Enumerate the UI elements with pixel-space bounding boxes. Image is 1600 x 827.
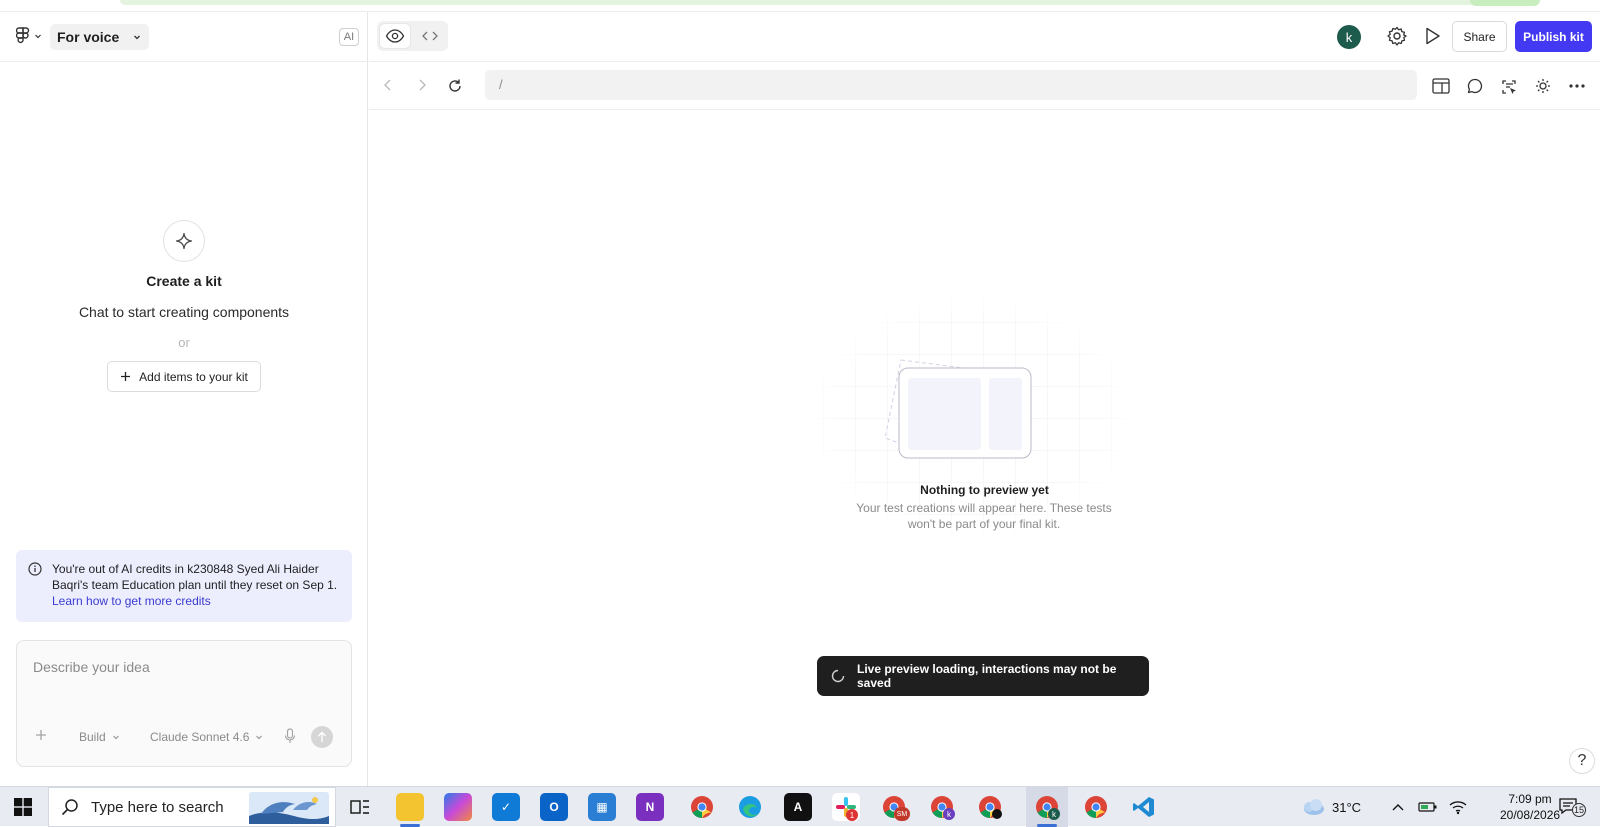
wifi-icon[interactable] (1444, 793, 1472, 821)
or-divider-text: or (178, 335, 190, 350)
plus-icon (120, 371, 131, 382)
create-kit-subtitle: Chat to start creating components (78, 304, 290, 320)
chrome-icon[interactable] (688, 793, 716, 821)
create-kit-title: Create a kit (146, 273, 222, 289)
back-arrow-icon[interactable] (381, 78, 395, 92)
chrome-profile-badge-k: k (943, 808, 955, 820)
chevron-down-icon (34, 32, 42, 40)
loading-toast-text: Live preview loading, interactions may n… (857, 662, 1117, 690)
preview-canvas: Nothing to preview yet Your test creatio… (369, 110, 1600, 786)
notification-center-button[interactable]: 15 (1558, 797, 1586, 819)
comment-icon[interactable] (1467, 78, 1483, 94)
copilot-icon[interactable] (444, 793, 472, 821)
weather-temperature: 31°C (1332, 799, 1362, 815)
figma-logo-icon (16, 27, 30, 45)
slack-notification-badge: 1 (846, 809, 858, 821)
code-icon (422, 30, 438, 42)
preview-toolbar: k Share Publish kit (369, 12, 1600, 62)
kit-sparkle-icon (163, 220, 205, 262)
get-more-credits-link[interactable]: Learn how to get more credits (52, 593, 342, 609)
taskbar-search-box[interactable]: Type here to search (48, 787, 336, 827)
top-progress-strip (120, 0, 1480, 5)
send-button[interactable] (311, 726, 333, 748)
model-select[interactable]: Claude Sonnet 4.6 (150, 730, 263, 744)
add-items-button[interactable]: Add items to your kit (107, 361, 261, 392)
ai-toggle-button[interactable]: AI (339, 28, 359, 46)
microphone-icon[interactable] (283, 727, 297, 745)
edge-icon[interactable] (736, 793, 764, 821)
clock-date: 20/08/2026 (1500, 808, 1561, 822)
app-menu-button[interactable] (16, 27, 42, 45)
empty-preview-title: Nothing to preview yet (920, 483, 1049, 497)
loading-spinner-icon (831, 669, 845, 683)
vscode-icon[interactable] (1130, 793, 1158, 821)
create-kit-empty-state: Create a kit Chat to start creating comp… (0, 220, 368, 392)
left-panel: For voice AI Create a kit Chat to start … (0, 12, 368, 786)
project-switcher[interactable]: For voice (50, 24, 150, 50)
arrow-up-icon (317, 731, 327, 743)
file-explorer-icon[interactable] (396, 793, 424, 821)
more-options-icon[interactable] (1568, 78, 1586, 94)
mode-label: Build (79, 730, 106, 744)
inspect-element-icon[interactable] (1500, 78, 1518, 96)
theme-toggle-icon[interactable] (1535, 78, 1551, 94)
user-avatar[interactable]: k (1337, 25, 1361, 49)
clock-time: 7:09 pm (1508, 792, 1552, 806)
help-button[interactable]: ? (1569, 748, 1595, 774)
taskbar-search-placeholder: Type here to search (91, 798, 224, 816)
credits-notice-text: You're out of AI credits in k230848 Syed… (52, 562, 338, 592)
forward-arrow-icon[interactable] (415, 78, 429, 92)
preview-mode-button[interactable] (380, 24, 410, 48)
credits-notice: You're out of AI credits in k230848 Syed… (16, 550, 352, 622)
windows-taskbar: Type here to search ✓ O ▦ N A 1 SM k k 3… (0, 786, 1600, 827)
chrome-profile-icon[interactable] (1082, 793, 1110, 821)
play-icon[interactable] (1421, 25, 1443, 47)
gear-icon[interactable] (1386, 25, 1408, 47)
weather-widget[interactable]: 31°C (1300, 787, 1361, 827)
chevron-down-icon (255, 733, 263, 741)
claude-icon[interactable]: A (784, 793, 812, 821)
battery-icon[interactable] (1414, 793, 1442, 821)
attach-plus-icon[interactable] (34, 728, 48, 742)
outlook-icon[interactable]: O (540, 793, 568, 821)
mode-select[interactable]: Build (79, 730, 120, 744)
prompt-composer[interactable]: Describe your idea Build Claude Sonnet 4… (16, 640, 352, 767)
loading-toast: Live preview loading, interactions may n… (817, 656, 1149, 696)
cloud-icon (1300, 797, 1326, 817)
project-name: For voice (57, 29, 120, 45)
share-button[interactable]: Share (1452, 21, 1507, 52)
publish-kit-button[interactable]: Publish kit (1515, 21, 1592, 52)
composer-footer: Build Claude Sonnet 4.6 (17, 726, 351, 748)
view-mode-toggle (377, 21, 448, 51)
code-mode-button[interactable] (415, 24, 445, 48)
task-view-icon[interactable] (346, 793, 374, 821)
chrome-dark-icon[interactable] (976, 793, 1004, 821)
left-panel-header: For voice AI (0, 12, 368, 62)
model-label: Claude Sonnet 4.6 (150, 730, 250, 744)
taskbar-clock[interactable]: 7:09 pm 20/08/2026 (1500, 791, 1560, 823)
notification-count-badge: 15 (1572, 803, 1586, 817)
url-path-input[interactable]: / (485, 70, 1417, 100)
eye-icon (385, 29, 405, 43)
search-icon (61, 798, 79, 816)
layout-panel-icon[interactable] (1432, 78, 1450, 94)
preview-url-bar: / (369, 62, 1600, 110)
whiteboard-icon[interactable]: ✓ (492, 793, 520, 821)
chevron-down-icon (112, 733, 120, 741)
top-strip (0, 0, 1600, 12)
chrome-profile-badge-active: k (1048, 808, 1060, 820)
search-highlight-dolphin-art (249, 792, 329, 824)
prompt-input[interactable]: Describe your idea (33, 659, 150, 675)
add-items-label: Add items to your kit (139, 369, 248, 384)
windows-start-icon[interactable] (14, 798, 32, 816)
empty-preview-subtitle: Your test creations will appear here. Th… (856, 501, 1112, 531)
chrome-profile-badge-sm: SM (894, 807, 910, 821)
reload-icon[interactable] (447, 78, 463, 94)
info-icon (28, 562, 42, 576)
chevron-up-icon[interactable] (1384, 793, 1412, 821)
chevron-down-icon (133, 33, 141, 41)
top-green-pill (1470, 0, 1540, 6)
onenote-icon[interactable]: N (636, 793, 664, 821)
microsoft-store-icon[interactable]: ▦ (588, 793, 616, 821)
